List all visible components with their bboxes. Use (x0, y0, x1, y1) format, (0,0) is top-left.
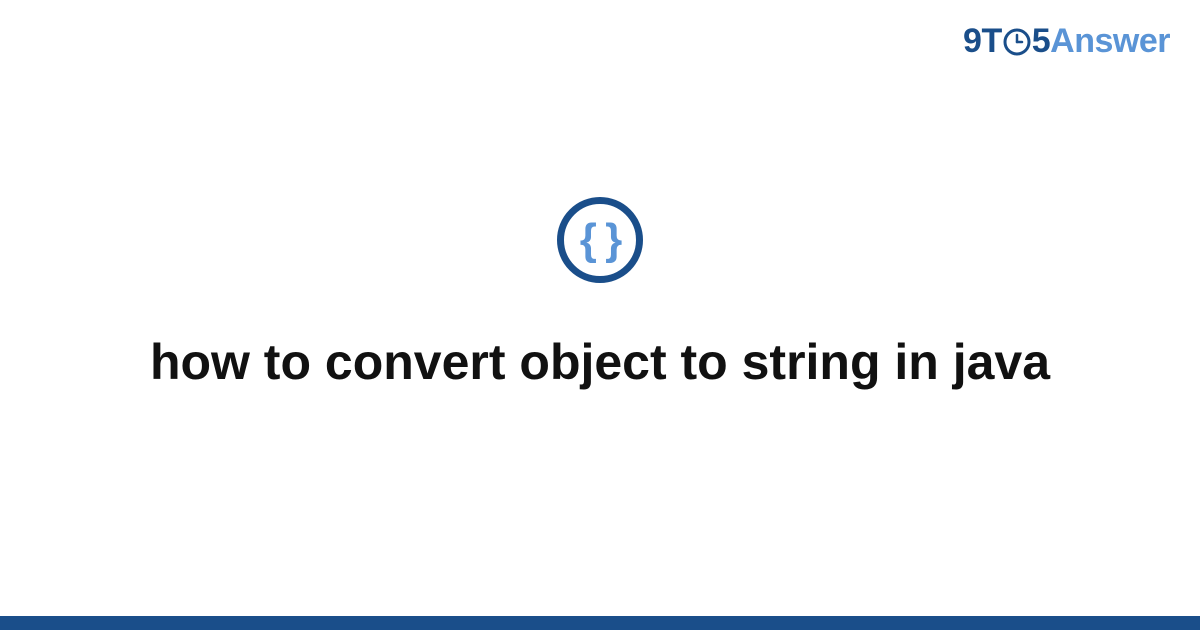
content-area: { } how to convert object to string in j… (0, 0, 1200, 630)
social-card: 9 T 5 Answer { } how to convert object t… (0, 0, 1200, 630)
topic-icon-circle: { } (557, 197, 643, 283)
page-title: how to convert object to string in java (150, 331, 1050, 394)
footer-accent-bar (0, 616, 1200, 630)
code-braces-icon: { } (580, 218, 620, 262)
